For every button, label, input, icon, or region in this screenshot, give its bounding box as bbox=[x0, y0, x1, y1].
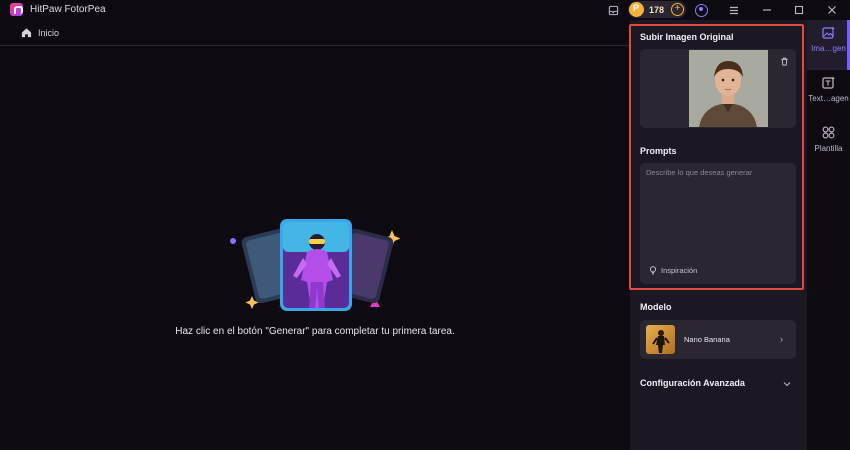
delete-image-icon[interactable] bbox=[780, 57, 789, 66]
settings-panel: Subir Imagen Original Prompts Inspiració… bbox=[630, 20, 807, 450]
chevron-down-icon[interactable] bbox=[783, 381, 791, 387]
tool-label: Plantilla bbox=[814, 144, 843, 153]
tool-text-to-image[interactable]: Text…agen bbox=[807, 70, 850, 120]
image-ai-icon bbox=[822, 26, 835, 39]
model-selector[interactable]: Nano Banana › bbox=[640, 320, 796, 359]
model-section-title: Modelo bbox=[640, 302, 672, 312]
user-icon bbox=[694, 3, 708, 17]
minimize-button[interactable] bbox=[760, 2, 774, 18]
app-title: HitPaw FotorPea bbox=[30, 4, 106, 15]
menu-icon bbox=[730, 6, 738, 14]
advanced-settings-toggle[interactable]: Configuración Avanzada bbox=[640, 378, 745, 388]
account-button[interactable] bbox=[694, 2, 708, 18]
uploaded-image bbox=[689, 50, 768, 127]
tool-label: Ima…gen bbox=[811, 44, 846, 53]
messages-icon[interactable] bbox=[606, 2, 620, 18]
text-to-image-icon bbox=[822, 76, 835, 89]
prompt-box: Inspiración bbox=[640, 163, 796, 284]
breadcrumb-home-link[interactable]: Inicio bbox=[38, 28, 59, 38]
prompt-input[interactable] bbox=[646, 168, 790, 258]
chevron-right-icon: › bbox=[780, 334, 783, 344]
inspiration-button[interactable]: Inspiración bbox=[649, 264, 697, 276]
empty-state-message: Haz clic en el botón "Generar" para comp… bbox=[175, 326, 455, 337]
add-credits-icon[interactable]: + bbox=[671, 3, 684, 16]
model-name: Nano Banana bbox=[684, 335, 730, 344]
prompts-section-title: Prompts bbox=[640, 146, 677, 156]
tool-label: Text…agen bbox=[808, 94, 849, 103]
close-button[interactable] bbox=[825, 2, 839, 18]
credit-count: 178 bbox=[649, 4, 665, 15]
tool-template[interactable]: Plantilla bbox=[807, 120, 850, 170]
menu-button[interactable] bbox=[727, 2, 741, 18]
lightbulb-icon bbox=[649, 265, 657, 274]
coin-icon bbox=[629, 2, 644, 17]
empty-state-illustration bbox=[230, 219, 401, 311]
close-icon bbox=[828, 6, 836, 14]
minimize-icon bbox=[763, 9, 771, 11]
maximize-icon bbox=[794, 5, 804, 15]
template-icon bbox=[822, 126, 835, 139]
upload-section-title: Subir Imagen Original bbox=[640, 32, 734, 42]
tool-sidebar: Ima…gen Text…agen Plantilla bbox=[807, 20, 850, 450]
model-thumbnail bbox=[646, 325, 675, 354]
breadcrumb: Inicio bbox=[0, 20, 630, 46]
app-logo-icon bbox=[10, 3, 23, 16]
home-icon[interactable] bbox=[21, 27, 32, 38]
image-upload-area[interactable] bbox=[640, 49, 796, 128]
inspiration-label: Inspiración bbox=[661, 265, 698, 275]
maximize-button[interactable] bbox=[792, 2, 806, 18]
tool-image-to-image[interactable]: Ima…gen bbox=[807, 20, 850, 70]
title-bar: HitPaw FotorPea 178 + bbox=[0, 0, 850, 20]
credits-badge[interactable]: 178 + bbox=[628, 1, 686, 18]
